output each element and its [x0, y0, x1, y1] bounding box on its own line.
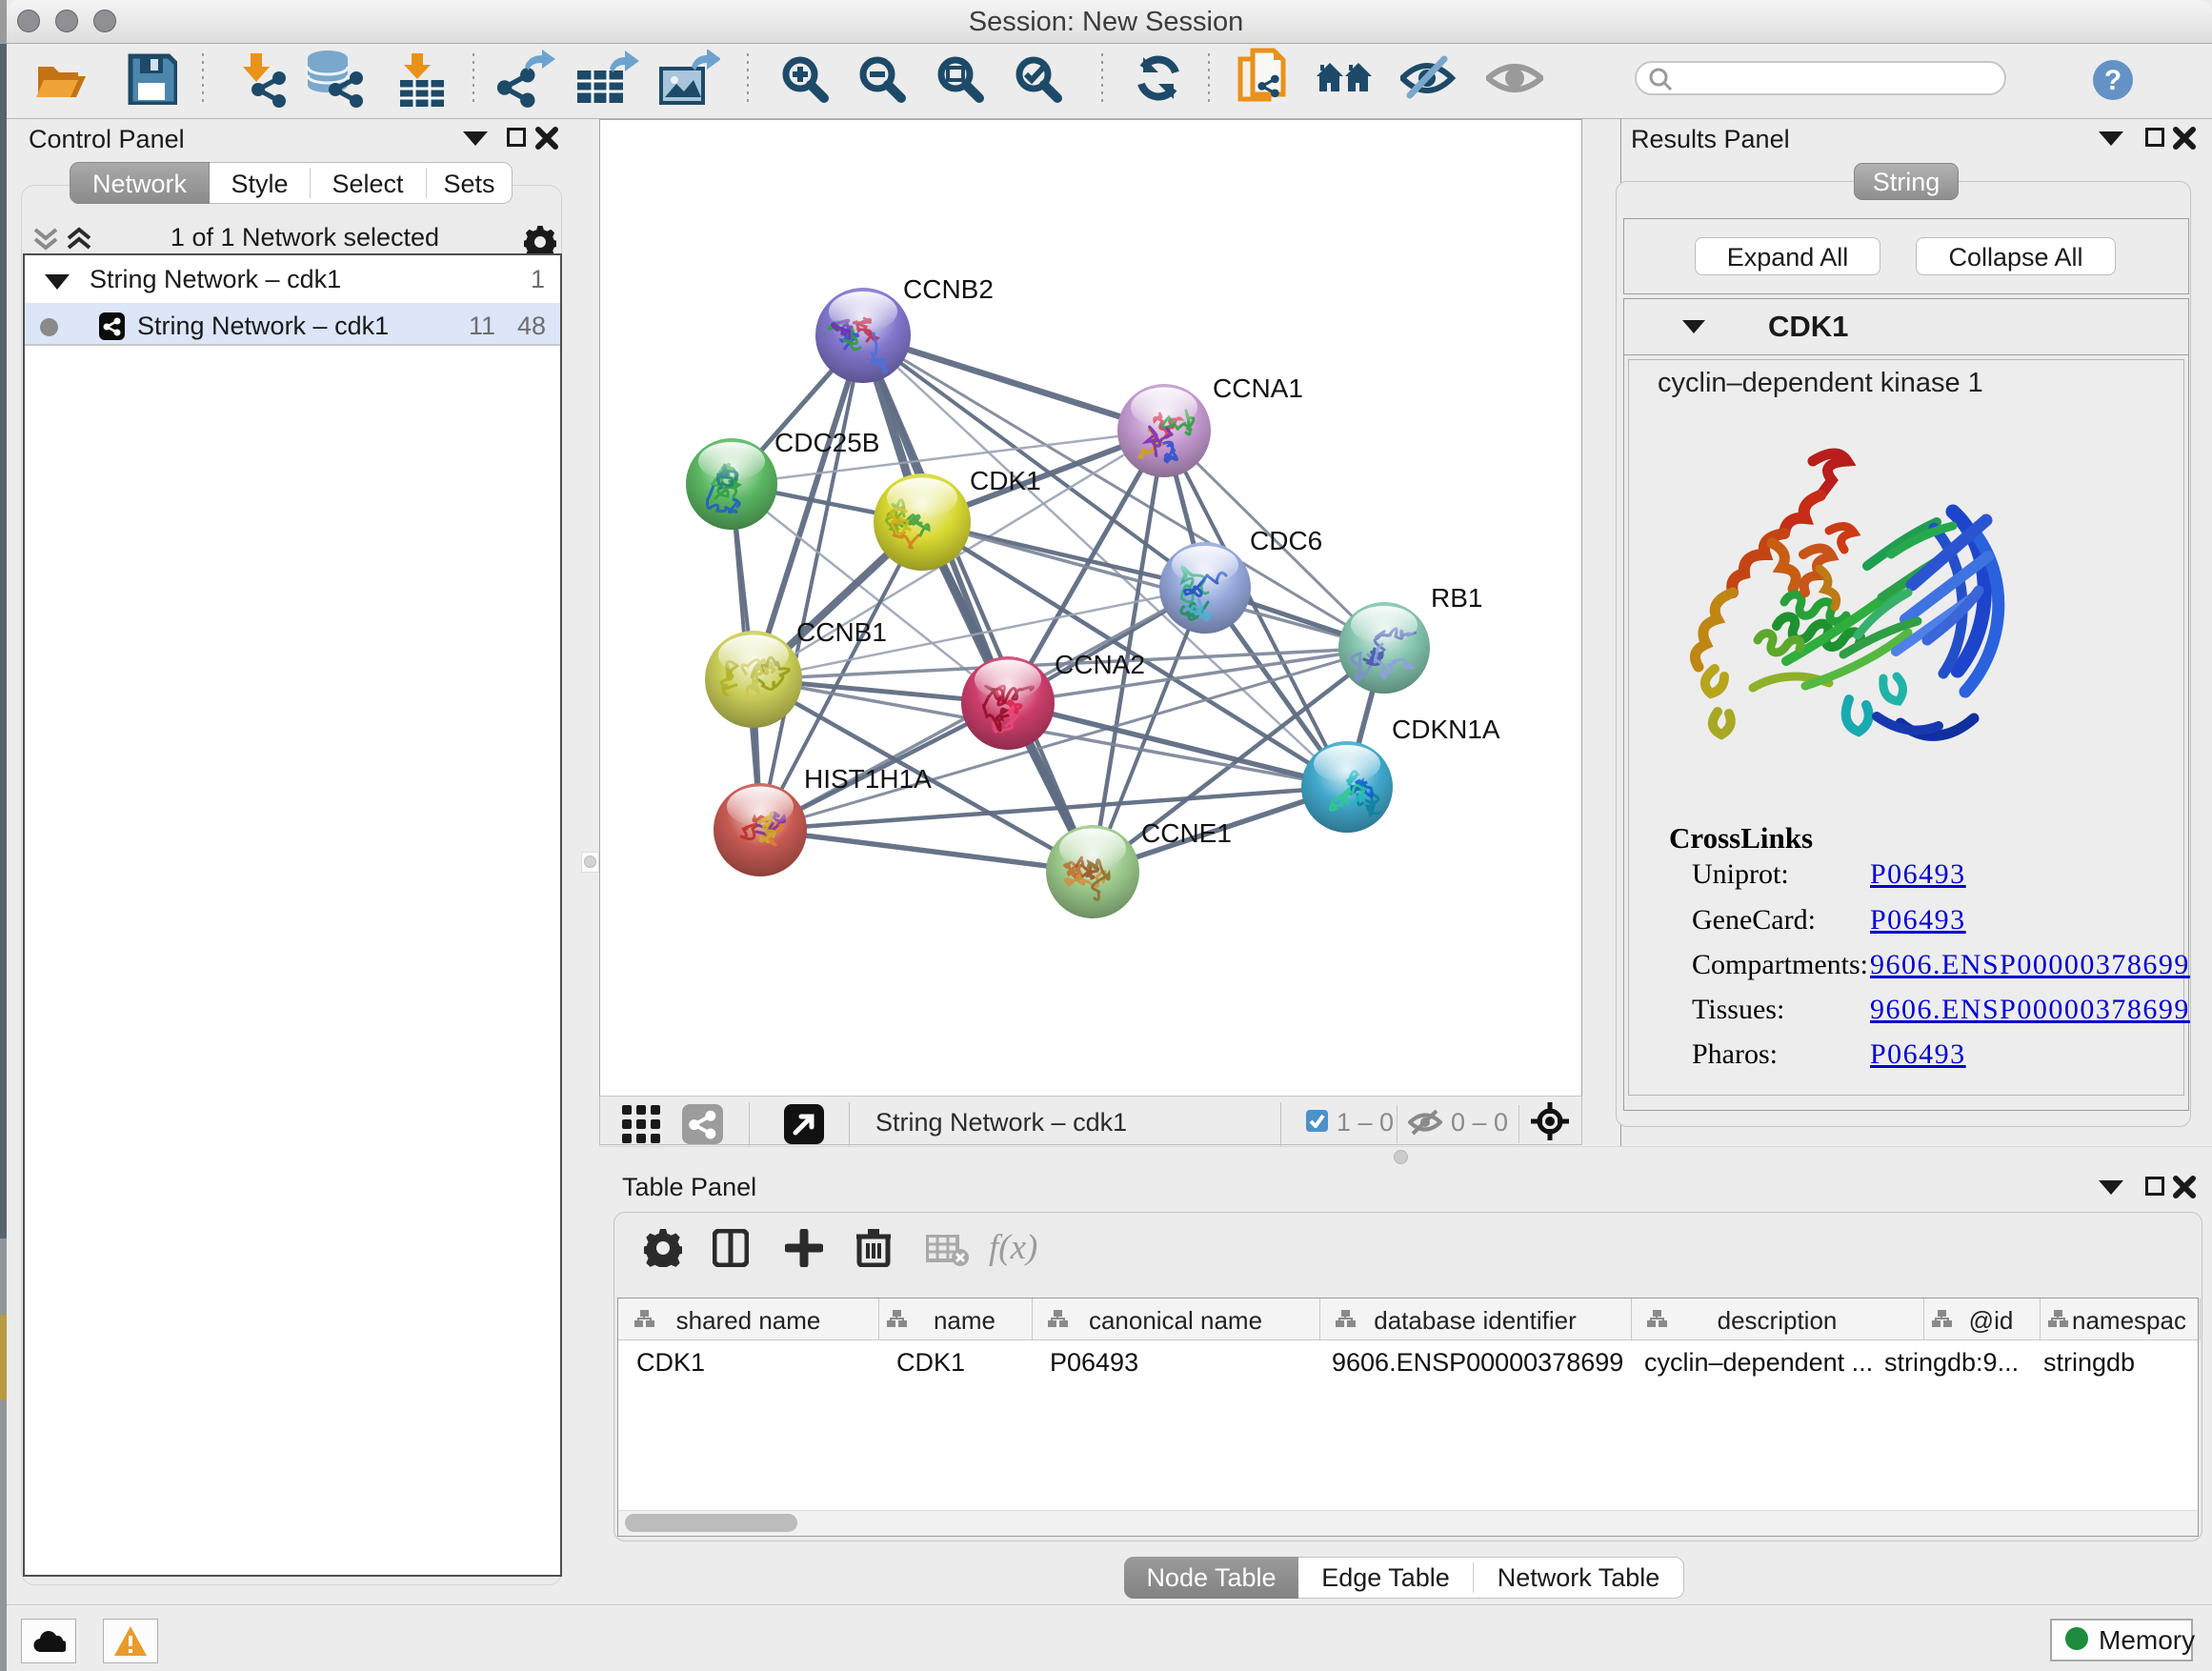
svg-text:CDC25B: CDC25B — [774, 428, 879, 457]
svg-text:CCNE1: CCNE1 — [1141, 818, 1232, 848]
svg-text:CCNB1: CCNB1 — [796, 617, 887, 647]
svg-text:CCNA2: CCNA2 — [1055, 650, 1145, 679]
svg-text:CCNB2: CCNB2 — [903, 274, 994, 304]
svg-text:CDKN1A: CDKN1A — [1392, 715, 1500, 744]
svg-text:CDC6: CDC6 — [1250, 526, 1322, 555]
svg-text:CCNA1: CCNA1 — [1213, 373, 1303, 403]
svg-text:RB1: RB1 — [1431, 583, 1482, 613]
svg-text:HIST1H1A: HIST1H1A — [804, 764, 932, 794]
svg-text:CDK1: CDK1 — [970, 466, 1041, 495]
